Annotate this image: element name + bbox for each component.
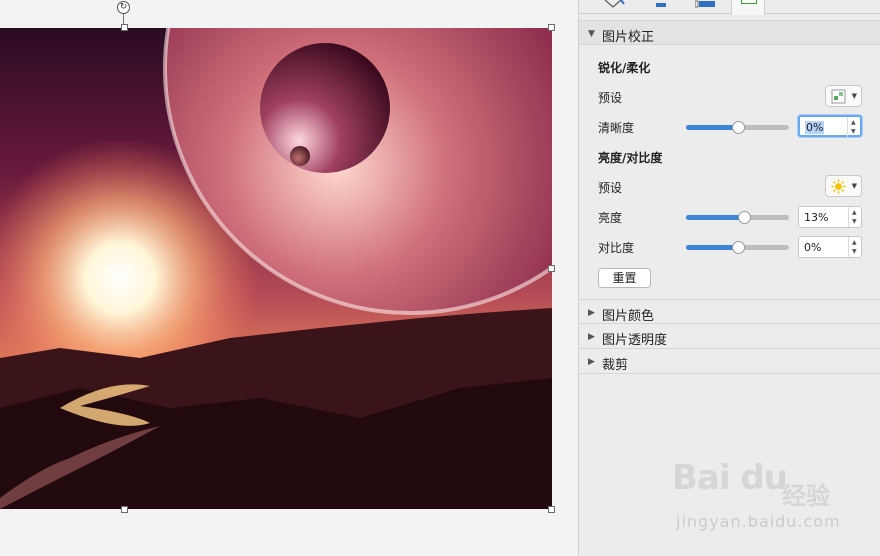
brightness-label: 亮度 [598,211,623,225]
sharpen-preset-label: 预设 [598,91,623,105]
stepper-down-icon[interactable]: ▼ [852,218,857,225]
stepper-down-icon[interactable]: ▼ [851,128,856,135]
brightness-stepper-arrows[interactable]: ▲ ▼ [848,207,861,227]
contrast-slider[interactable] [686,241,789,254]
resize-handle-bottom-right[interactable] [548,506,555,513]
picture-tab-icon [741,0,757,4]
collapsed-triangle-icon: ▶ [588,332,595,342]
section-title: 图片颜色 [602,309,655,324]
space-sunset-picture [0,28,552,509]
picture-tab[interactable] [731,0,765,15]
contrast-slider-fill [686,245,738,250]
sharpness-label: 清晰度 [598,121,635,135]
resize-handle-top-right[interactable] [548,24,555,31]
panel-tabs [579,0,880,15]
section-title: 图片透明度 [602,333,668,348]
section-picture-transparency[interactable]: ▶ 图片透明度 [579,324,880,349]
watermark-logo: Bai du [672,458,788,498]
sharpness-stepper[interactable]: 0% ▲ ▼ [798,115,862,137]
resize-handle-bottom[interactable] [121,506,128,513]
selected-picture[interactable] [0,28,552,509]
reset-button[interactable]: 重置 [598,268,651,288]
picture-correction-body: 锐化/柔化 预设 ▼ 清晰度 0% ▲ ▼ 亮度/对比度 预设 ▼ 亮度 13%… [579,45,880,299]
layout-tab-icon[interactable] [695,0,717,8]
sharpness-slider-knob[interactable] [732,121,745,134]
contrast-label: 对比度 [598,241,635,255]
sun-icon [831,179,846,194]
brightness-preset-label: 预设 [598,181,623,195]
brightness-preset-button[interactable]: ▼ [825,175,862,197]
stepper-up-icon[interactable]: ▲ [852,239,857,246]
resize-handle-right[interactable] [548,265,555,272]
section-title: 图片校正 [602,30,655,45]
document-canvas: ↻ [0,0,578,556]
watermark-url: jingyan.baidu.com [676,512,841,531]
stepper-up-icon[interactable]: ▲ [851,119,856,126]
brightness-slider[interactable] [686,211,789,224]
sharpness-slider[interactable] [686,121,789,134]
sharpness-stepper-arrows[interactable]: ▲ ▼ [847,117,860,137]
sharpen-preset-icon [831,89,846,104]
sharpness-value[interactable]: 0% [805,121,825,134]
contrast-stepper-arrows[interactable]: ▲ ▼ [848,237,861,257]
brightness-stepper[interactable]: 13% ▲ ▼ [798,206,862,228]
stepper-up-icon[interactable]: ▲ [852,209,857,216]
brightness-slider-fill [686,215,744,220]
chevron-down-icon: ▼ [851,92,857,100]
collapsed-triangle-icon: ▶ [588,357,595,367]
sharpen-soften-title: 锐化/柔化 [598,61,651,75]
contrast-stepper[interactable]: 0% ▲ ▼ [798,236,862,258]
collapsed-triangle-icon: ▶ [588,308,595,318]
fill-line-tab-icon[interactable] [603,0,625,8]
rotate-icon[interactable]: ↻ [117,1,130,14]
baidu-jingyan-watermark: Bai du 经验 jingyan.baidu.com [672,458,847,538]
sharpness-slider-fill [686,125,738,130]
section-title: 裁剪 [602,358,629,373]
brightness-contrast-title: 亮度/对比度 [598,151,663,165]
watermark-cn: 经验 [782,482,830,510]
contrast-slider-knob[interactable] [732,241,745,254]
sharpen-preset-button[interactable]: ▼ [825,85,862,107]
section-picture-correction[interactable]: ▼ 图片校正 [579,20,880,45]
contrast-value[interactable]: 0% [804,241,821,254]
section-crop[interactable]: ▶ 裁剪 [579,349,880,374]
brightness-slider-knob[interactable] [738,211,751,224]
resize-handle-top[interactable] [121,24,128,31]
brightness-value[interactable]: 13% [804,211,828,224]
effects-tab-icon[interactable] [655,0,667,8]
stepper-down-icon[interactable]: ▼ [852,248,857,255]
section-picture-color[interactable]: ▶ 图片颜色 [579,299,880,324]
expanded-triangle-icon: ▼ [588,29,595,39]
chevron-down-icon: ▼ [851,182,857,190]
